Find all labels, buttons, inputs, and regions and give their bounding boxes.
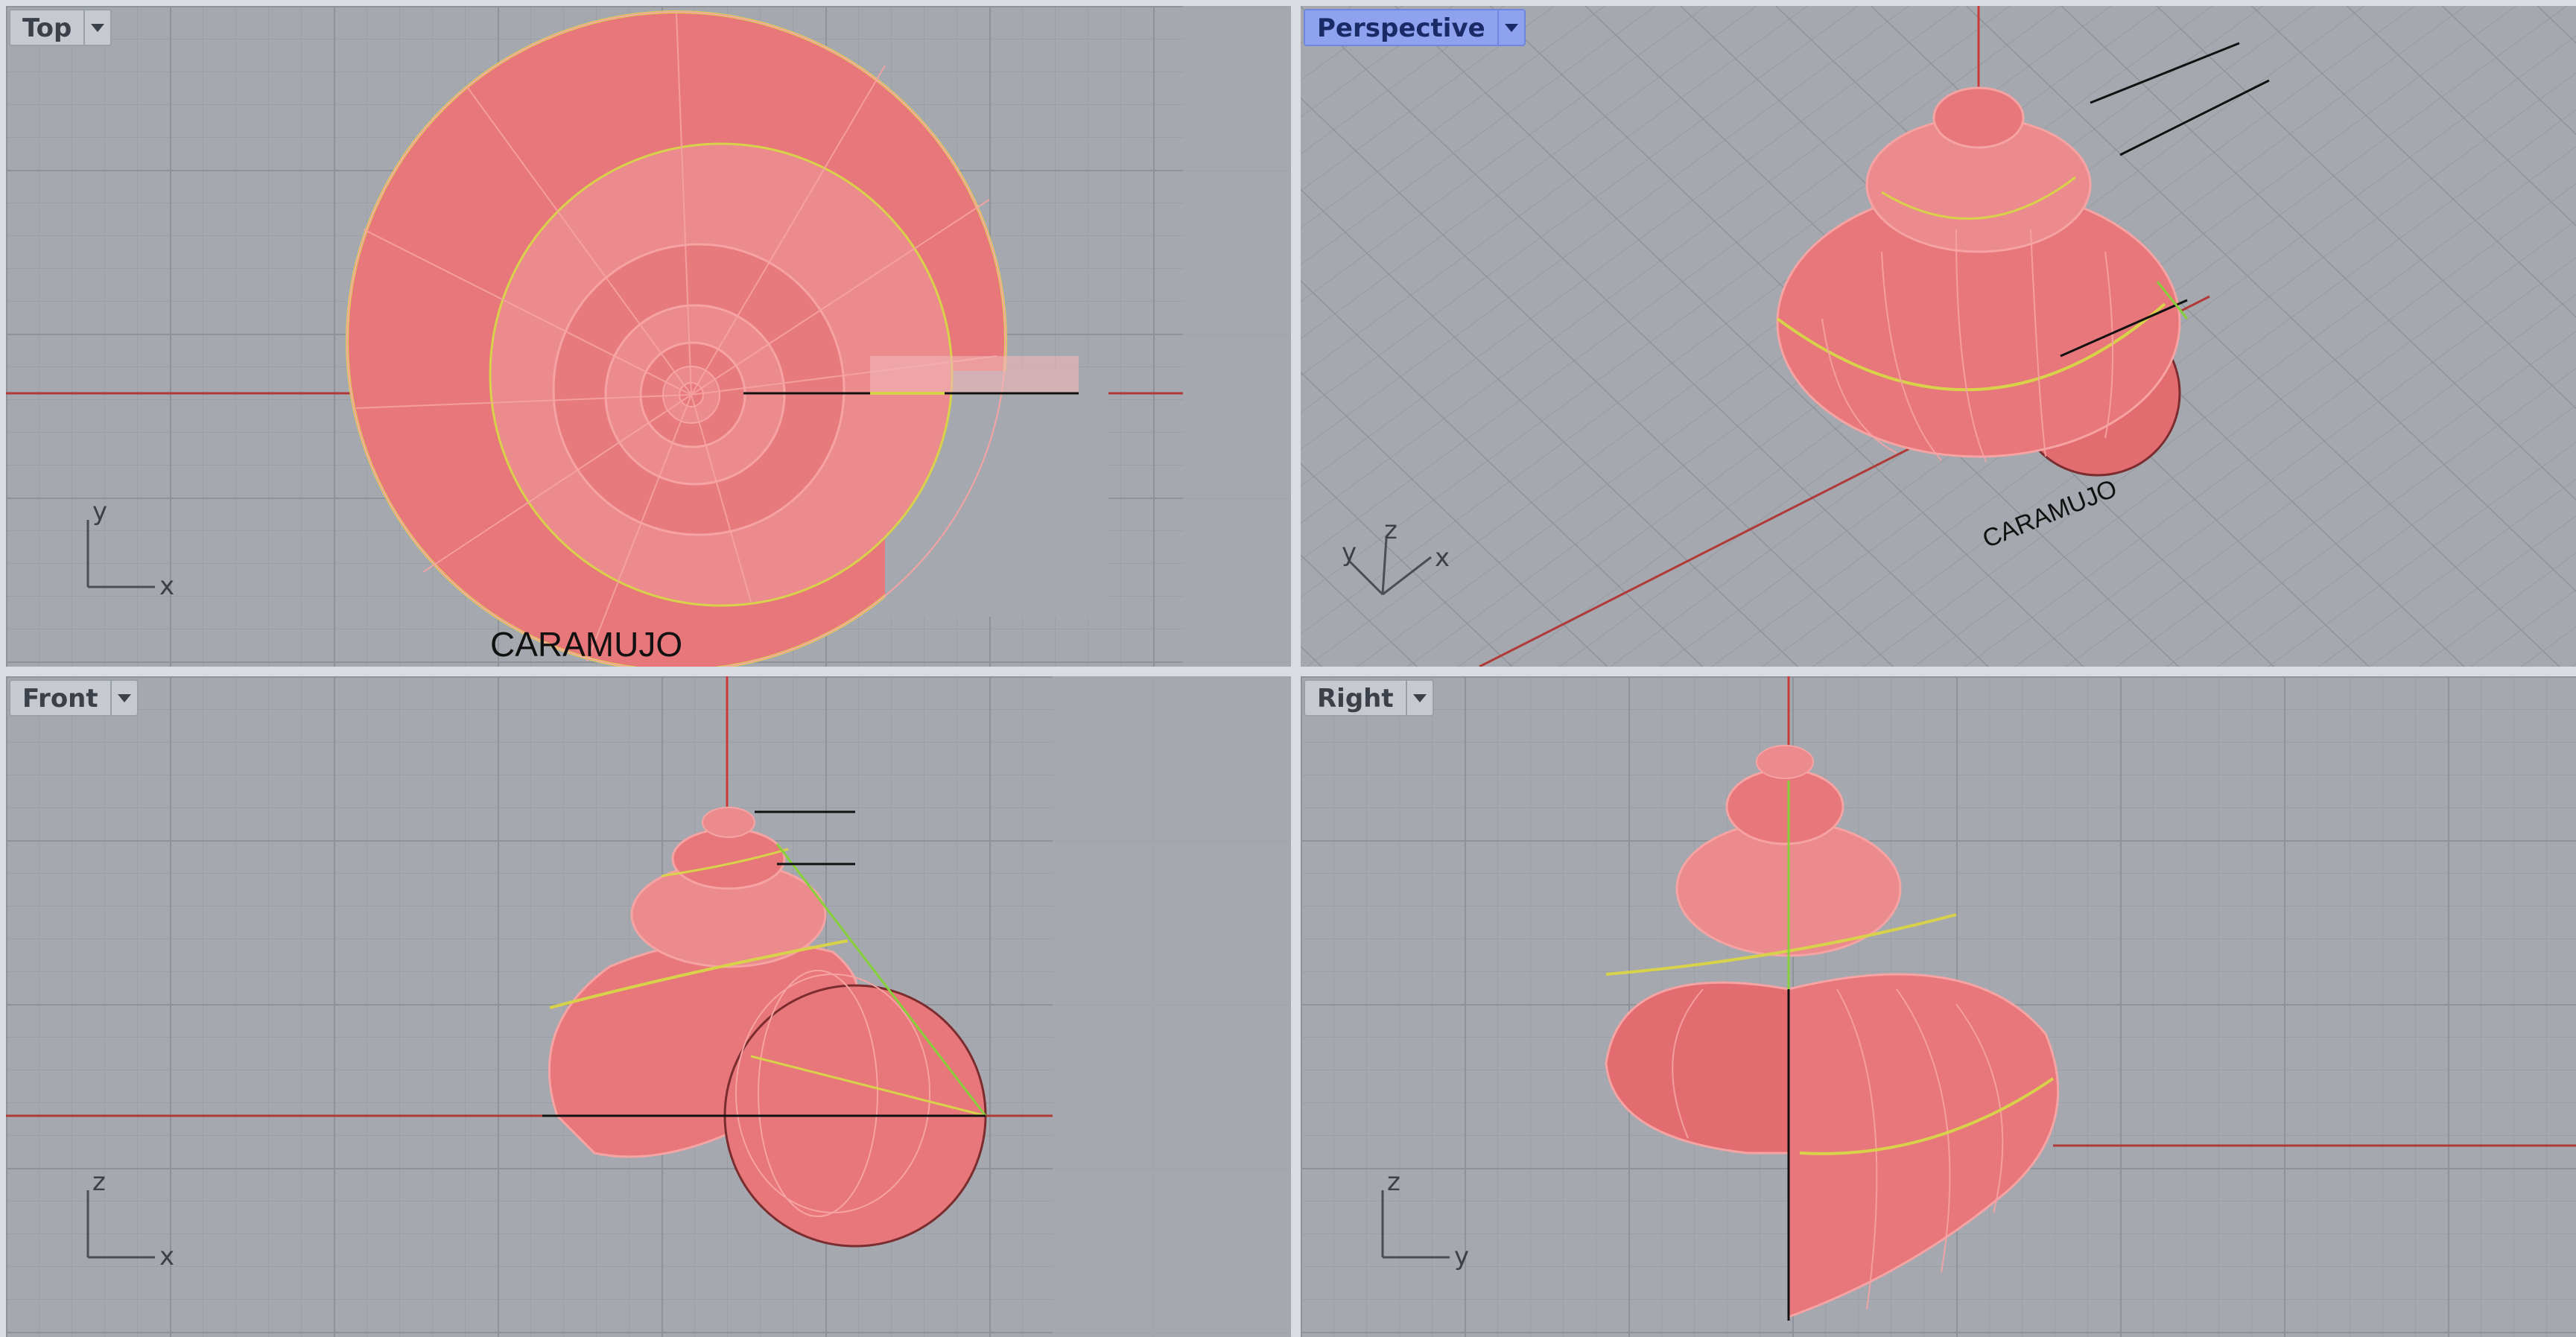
svg-text:x: x <box>159 1242 174 1271</box>
axes-gizmo-icon: z x <box>86 1167 174 1271</box>
svg-text:y: y <box>1454 1242 1469 1271</box>
axes-gizmo-icon: z y <box>1381 1167 1469 1271</box>
viewport-tab-top[interactable]: Top <box>9 9 112 46</box>
viewport-top[interactable]: Top y x CARAMUJO <box>6 6 1291 667</box>
viewport-title-perspective: Perspective <box>1317 13 1485 43</box>
dropdown-arrow-icon[interactable] <box>1405 681 1433 715</box>
svg-text:x: x <box>159 571 174 601</box>
svg-text:z: z <box>1387 1167 1400 1197</box>
viewport-title-top: Top <box>22 13 72 43</box>
svg-text:x: x <box>1435 543 1450 573</box>
shell-right-view <box>1605 745 2060 1321</box>
perspective-view-canvas: y z x <box>1301 6 2576 667</box>
top-view-canvas: y x <box>6 6 1291 667</box>
viewport-tab-perspective[interactable]: Perspective <box>1304 9 1526 46</box>
viewport-right[interactable]: Right z y <box>1301 676 2576 1337</box>
front-view-canvas: z x <box>6 676 1291 1337</box>
dropdown-arrow-icon[interactable] <box>83 10 110 45</box>
viewport-front[interactable]: Front z x <box>6 676 1291 1337</box>
right-view-canvas: z y <box>1381 676 2576 1321</box>
svg-text:y: y <box>92 497 107 527</box>
shell-text-label-top: CARAMUJO <box>490 625 683 664</box>
viewport-title-right: Right <box>1317 684 1394 714</box>
dropdown-arrow-icon[interactable] <box>110 681 137 715</box>
shell-front-view <box>542 807 987 1248</box>
axes-gizmo-icon: y x <box>86 497 174 601</box>
shell-top-view <box>346 10 1108 667</box>
svg-text:y: y <box>1342 538 1357 568</box>
viewport-perspective[interactable]: Perspective y z x CARAMUJO <box>1301 6 2576 667</box>
viewport-title-front: Front <box>22 684 98 714</box>
svg-text:z: z <box>92 1167 106 1197</box>
viewport-tab-front[interactable]: Front <box>9 679 139 717</box>
svg-text:z: z <box>1384 515 1398 545</box>
dropdown-arrow-icon[interactable] <box>1497 10 1524 45</box>
viewport-tab-right[interactable]: Right <box>1304 679 1434 717</box>
